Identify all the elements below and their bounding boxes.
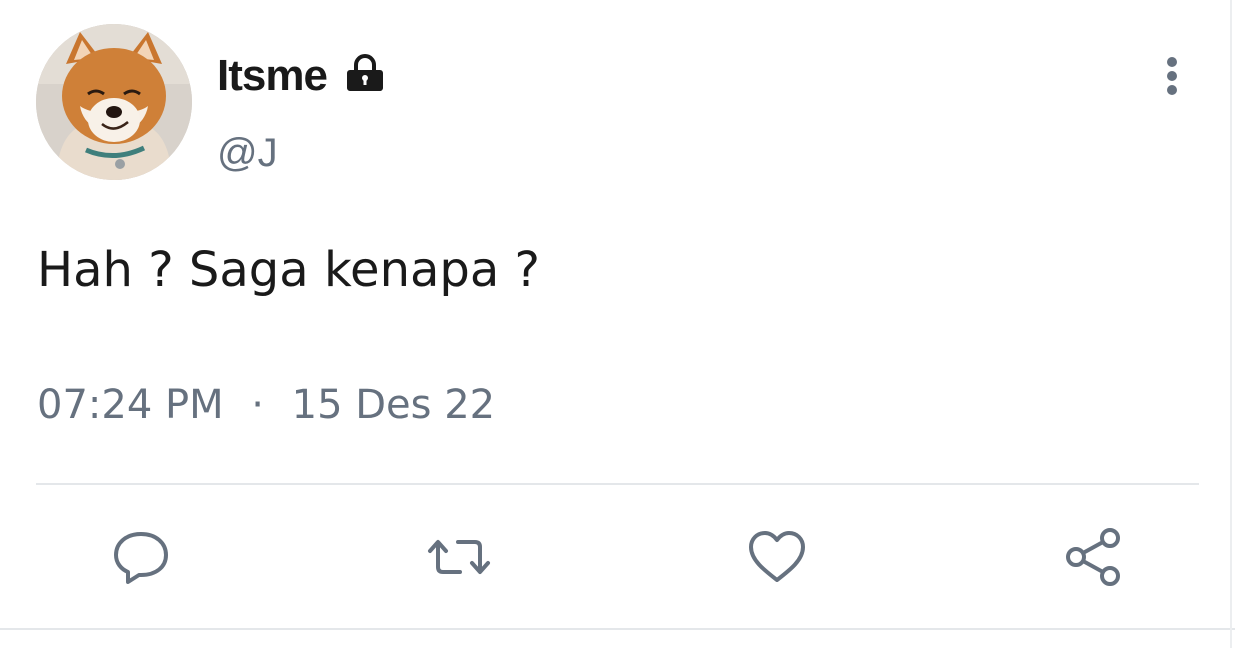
heart-icon [749,531,805,582]
like-button[interactable] [742,522,812,592]
retweet-button[interactable] [424,522,494,592]
shiba-avatar-image [36,24,192,180]
retweet-icon [428,540,490,574]
share-button[interactable] [1060,522,1130,592]
tweet-text: Hah ? Saga kenapa ? [37,242,541,298]
share-icon [1066,528,1120,586]
tweet-meta: 07:24 PM · 15 Des 22 [37,378,495,432]
lock-icon [347,54,383,91]
tweet-card: Itsme @J Hah ? Saga kenapa ? 07:24 PM · 15… [0,0,1235,648]
tweet-date: 15 Des 22 [291,382,496,428]
more-options-button[interactable] [1150,52,1194,100]
tweet-time: 07:24 PM [37,382,224,428]
card-right-edge [1230,0,1232,648]
card-bottom-border [0,628,1235,630]
divider [36,483,1199,485]
user-handle[interactable]: @J [217,128,278,178]
display-name[interactable]: Itsme [217,48,328,104]
speech-bubble-icon [114,532,168,584]
avatar[interactable] [36,24,192,180]
meta-separator: · [251,382,264,428]
reply-button[interactable] [106,522,176,592]
vertical-ellipsis-icon [1167,57,1177,95]
